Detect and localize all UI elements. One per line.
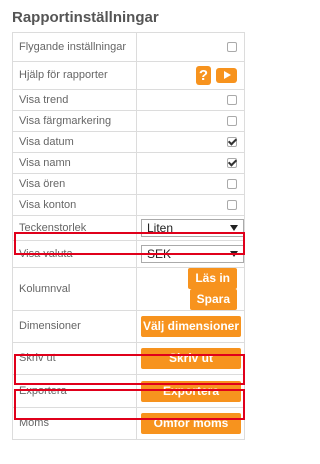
row-moms: Moms Omför moms xyxy=(12,407,245,440)
label-konton: Visa konton xyxy=(12,194,137,216)
label-namn: Visa namn xyxy=(12,152,137,174)
row-namn: Visa namn xyxy=(12,152,245,174)
settings-table: Flygande inställningar Hjälp för rapport… xyxy=(12,32,245,440)
load-columns-button[interactable]: Läs in xyxy=(188,268,237,289)
row-flygande: Flygande inställningar xyxy=(12,32,245,62)
label-moms: Moms xyxy=(12,407,137,440)
video-play-icon[interactable] xyxy=(216,68,237,83)
font-size-value: Liten xyxy=(147,221,174,235)
checkbox-datum[interactable] xyxy=(227,137,237,148)
label-teckenstorlek: Teckenstorlek xyxy=(12,215,137,241)
row-oren: Visa ören xyxy=(12,173,245,195)
label-oren: Visa ören xyxy=(12,173,137,195)
label-trend: Visa trend xyxy=(12,89,137,111)
export-button[interactable]: Exportera xyxy=(141,380,241,402)
font-size-select[interactable]: Liten xyxy=(141,219,244,237)
report-settings-panel: Rapportinställningar Flygande inställnin… xyxy=(0,0,273,464)
choose-dimensions-button[interactable]: Välj dimensioner xyxy=(141,316,241,337)
help-question-icon[interactable]: ? xyxy=(196,66,211,85)
label-datum: Visa datum xyxy=(12,131,137,153)
label-hjalp: Hjälp för rapporter xyxy=(12,61,137,90)
row-fargmarkering: Visa färgmarkering xyxy=(12,110,245,132)
label-skrivut: Skriv ut xyxy=(12,342,137,375)
checkbox-flygande[interactable] xyxy=(227,42,237,53)
row-trend: Visa trend xyxy=(12,89,245,111)
label-exportera: Exportera xyxy=(12,374,137,408)
row-teckenstorlek: Teckenstorlek Liten xyxy=(12,215,245,241)
currency-value: SEK xyxy=(147,247,172,261)
row-datum: Visa datum xyxy=(12,131,245,153)
label-dimensioner: Dimensioner xyxy=(12,310,137,343)
row-skrivut: Skriv ut Skriv ut xyxy=(12,342,245,375)
row-konton: Visa konton xyxy=(12,194,245,216)
row-exportera: Exportera Exportera xyxy=(12,374,245,408)
print-button[interactable]: Skriv ut xyxy=(141,348,241,369)
checkbox-oren[interactable] xyxy=(227,179,237,190)
checkbox-fargmarkering[interactable] xyxy=(227,116,237,127)
checkbox-trend[interactable] xyxy=(227,95,237,106)
label-fargmarkering: Visa färgmarkering xyxy=(12,110,137,132)
label-valuta: Visa valuta xyxy=(12,240,137,268)
row-kolumnval: Kolumnval Läs inSpara xyxy=(12,267,245,311)
row-dimensioner: Dimensioner Välj dimensioner xyxy=(12,310,245,343)
checkbox-konton[interactable] xyxy=(227,200,237,211)
currency-select[interactable]: SEK xyxy=(141,245,244,263)
save-columns-button[interactable]: Spara xyxy=(189,289,237,310)
transfer-vat-button[interactable]: Omför moms xyxy=(141,413,241,434)
row-hjalp: Hjälp för rapporter ? xyxy=(12,61,245,90)
chevron-down-icon xyxy=(230,251,238,257)
panel-title: Rapportinställningar xyxy=(12,9,159,26)
label-flygande: Flygande inställningar xyxy=(12,32,137,62)
row-valuta: Visa valuta SEK xyxy=(12,240,245,268)
checkbox-namn[interactable] xyxy=(227,158,237,169)
label-kolumnval: Kolumnval xyxy=(12,267,137,311)
chevron-down-icon xyxy=(230,225,238,231)
